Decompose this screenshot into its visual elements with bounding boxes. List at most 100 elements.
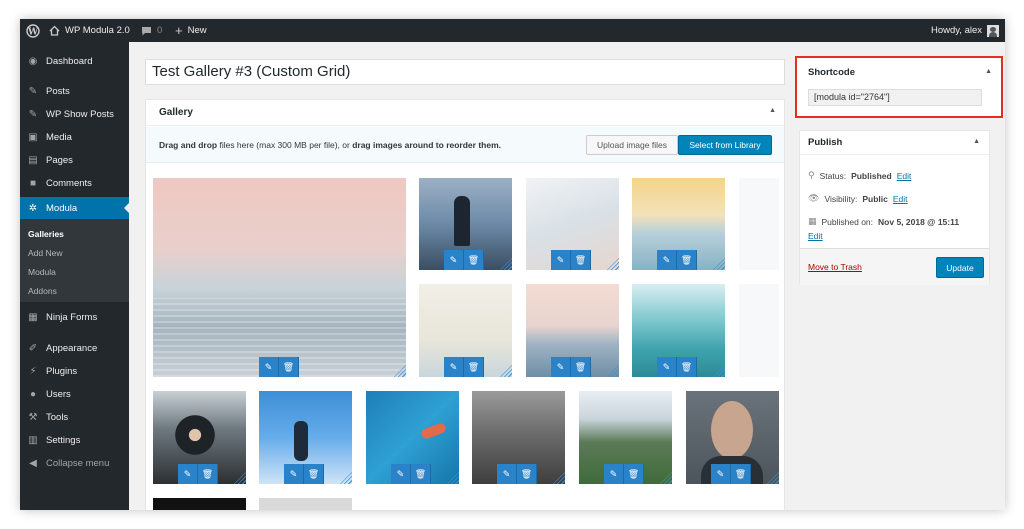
trash-icon[interactable]: 🗑 bbox=[198, 464, 218, 484]
new-label: New bbox=[187, 25, 207, 36]
menu-label: Pages bbox=[46, 154, 73, 166]
trash-icon[interactable]: 🗑 bbox=[624, 464, 644, 484]
edit-pencil-icon[interactable]: ✎ bbox=[657, 250, 677, 270]
image-controls: ✎ 🗑 bbox=[551, 250, 591, 270]
trash-icon[interactable]: 🗑 bbox=[517, 464, 537, 484]
account-link[interactable]: Howdy, alex bbox=[931, 19, 999, 42]
move-to-trash-link[interactable]: Move to Trash bbox=[808, 262, 862, 272]
gallery-image[interactable]: ✎ 🗑 bbox=[366, 391, 459, 484]
visibility-edit-link[interactable]: Edit bbox=[893, 194, 908, 204]
gallery-image[interactable]: ✎ 🗑 bbox=[579, 391, 672, 484]
forms-icon: ▦ bbox=[28, 311, 38, 323]
trash-icon[interactable]: 🗑 bbox=[279, 357, 299, 377]
resize-handle-icon[interactable] bbox=[660, 472, 672, 484]
gallery-image[interactable]: ✎ 🗑 bbox=[632, 284, 725, 377]
edit-pencil-icon[interactable]: ✎ bbox=[178, 464, 198, 484]
menu-collapse[interactable]: ◀ Collapse menu bbox=[20, 452, 129, 474]
edit-pencil-icon[interactable]: ✎ bbox=[259, 357, 279, 377]
edit-pencil-icon[interactable]: ✎ bbox=[604, 464, 624, 484]
gallery-image[interactable]: ✎ 🗑 bbox=[632, 178, 725, 270]
menu-media[interactable]: ▣ Media bbox=[20, 126, 129, 148]
resize-handle-icon[interactable] bbox=[447, 472, 459, 484]
edit-pencil-icon[interactable]: ✎ bbox=[551, 357, 571, 377]
trash-icon[interactable]: 🗑 bbox=[677, 357, 697, 377]
edit-pencil-icon[interactable]: ✎ bbox=[551, 250, 571, 270]
gallery-title-input[interactable]: Test Gallery #3 (Custom Grid) bbox=[145, 59, 785, 85]
trash-icon[interactable]: 🗑 bbox=[571, 250, 591, 270]
publish-metabox: Publish ▲ ⚲ Status: Published Edit 👁 Vis… bbox=[799, 130, 990, 285]
upload-image-files-button[interactable]: Upload image files bbox=[586, 135, 678, 155]
trash-icon[interactable]: 🗑 bbox=[411, 464, 431, 484]
image-controls: ✎ 🗑 bbox=[604, 464, 644, 484]
resize-handle-icon[interactable] bbox=[340, 472, 352, 484]
resize-handle-icon[interactable] bbox=[234, 472, 246, 484]
submenu-galleries[interactable]: Galleries bbox=[28, 229, 64, 239]
gallery-image[interactable] bbox=[259, 498, 352, 510]
edit-pencil-icon[interactable]: ✎ bbox=[711, 464, 731, 484]
pin-icon: ✎ bbox=[28, 108, 38, 120]
resize-handle-icon[interactable] bbox=[500, 258, 512, 270]
collapse-toggle-icon[interactable]: ▲ bbox=[769, 107, 776, 114]
status-edit-link[interactable]: Edit bbox=[897, 171, 912, 181]
menu-tools[interactable]: ⚒ Tools bbox=[20, 406, 129, 428]
gallery-image[interactable]: ✎ 🗑 bbox=[419, 284, 512, 377]
menu-posts[interactable]: ✎ Posts bbox=[20, 80, 129, 102]
trash-icon[interactable]: 🗑 bbox=[731, 464, 751, 484]
submenu-addons[interactable]: Addons bbox=[28, 286, 57, 296]
gallery-image[interactable]: ✎ 🗑 bbox=[686, 391, 779, 484]
edit-pencil-icon[interactable]: ✎ bbox=[444, 357, 464, 377]
gallery-image[interactable]: ✎ 🗑 bbox=[419, 178, 512, 270]
gallery-image[interactable]: ✎ 🗑 bbox=[472, 391, 565, 484]
shortcode-field[interactable]: [modula id="2764"] bbox=[808, 89, 982, 106]
menu-label: Appearance bbox=[46, 342, 98, 354]
trash-icon[interactable]: 🗑 bbox=[464, 250, 484, 270]
menu-pages[interactable]: ▤ Pages bbox=[20, 149, 129, 171]
svg-text:W: W bbox=[27, 27, 39, 37]
wordpress-logo-icon[interactable]: W bbox=[26, 19, 40, 42]
edit-pencil-icon[interactable]: ✎ bbox=[497, 464, 517, 484]
gallery-image[interactable] bbox=[153, 498, 246, 510]
comments-link[interactable]: 0 bbox=[141, 19, 162, 42]
collapse-toggle-icon[interactable]: ▲ bbox=[973, 138, 980, 145]
menu-settings[interactable]: ▥ Settings bbox=[20, 429, 129, 451]
gallery-image-placeholder bbox=[739, 284, 779, 377]
edit-pencil-icon[interactable]: ✎ bbox=[391, 464, 411, 484]
edit-pencil-icon[interactable]: ✎ bbox=[284, 464, 304, 484]
submenu-add-new[interactable]: Add New bbox=[28, 248, 63, 258]
menu-appearance[interactable]: ✐ Appearance bbox=[20, 337, 129, 359]
resize-handle-icon[interactable] bbox=[713, 258, 725, 270]
resize-handle-icon[interactable] bbox=[607, 365, 619, 377]
menu-wp-show-posts[interactable]: ✎ WP Show Posts bbox=[20, 103, 129, 125]
image-controls: ✎ 🗑 bbox=[711, 464, 751, 484]
trash-icon[interactable]: 🗑 bbox=[464, 357, 484, 377]
edit-pencil-icon[interactable]: ✎ bbox=[444, 250, 464, 270]
resize-handle-icon[interactable] bbox=[500, 365, 512, 377]
resize-handle-icon[interactable] bbox=[553, 472, 565, 484]
site-name-link[interactable]: WP Modula 2.0 bbox=[49, 19, 130, 42]
gallery-image[interactable]: ✎ 🗑 bbox=[526, 284, 619, 377]
published-edit-link[interactable]: Edit bbox=[808, 231, 823, 241]
update-button[interactable]: Update bbox=[936, 257, 984, 278]
image-controls: ✎ 🗑 bbox=[657, 357, 697, 377]
menu-plugins[interactable]: ⚡ Plugins bbox=[20, 360, 129, 382]
select-from-library-button[interactable]: Select from Library bbox=[678, 135, 772, 155]
menu-modula[interactable]: ✲ Modula bbox=[20, 197, 129, 219]
trash-icon[interactable]: 🗑 bbox=[304, 464, 324, 484]
resize-handle-icon[interactable] bbox=[607, 258, 619, 270]
submenu-modula[interactable]: Modula bbox=[28, 267, 56, 277]
gallery-image[interactable]: ✎ 🗑 bbox=[153, 391, 246, 484]
menu-dashboard[interactable]: ◉ Dashboard bbox=[20, 50, 129, 72]
gallery-image[interactable]: ✎ 🗑 bbox=[526, 178, 619, 270]
menu-users[interactable]: ● Users bbox=[20, 383, 129, 405]
menu-ninja-forms[interactable]: ▦ Ninja Forms bbox=[20, 306, 129, 328]
trash-icon[interactable]: 🗑 bbox=[571, 357, 591, 377]
gallery-image[interactable]: ✎ 🗑 bbox=[153, 178, 406, 377]
resize-handle-icon[interactable] bbox=[767, 472, 779, 484]
gallery-image[interactable]: ✎ 🗑 bbox=[259, 391, 352, 484]
resize-handle-icon[interactable] bbox=[713, 365, 725, 377]
edit-pencil-icon[interactable]: ✎ bbox=[657, 357, 677, 377]
trash-icon[interactable]: 🗑 bbox=[677, 250, 697, 270]
menu-comments[interactable]: ■ Comments bbox=[20, 172, 129, 194]
collapse-toggle-icon[interactable]: ▲ bbox=[985, 68, 992, 75]
new-link[interactable]: + New bbox=[175, 19, 207, 42]
